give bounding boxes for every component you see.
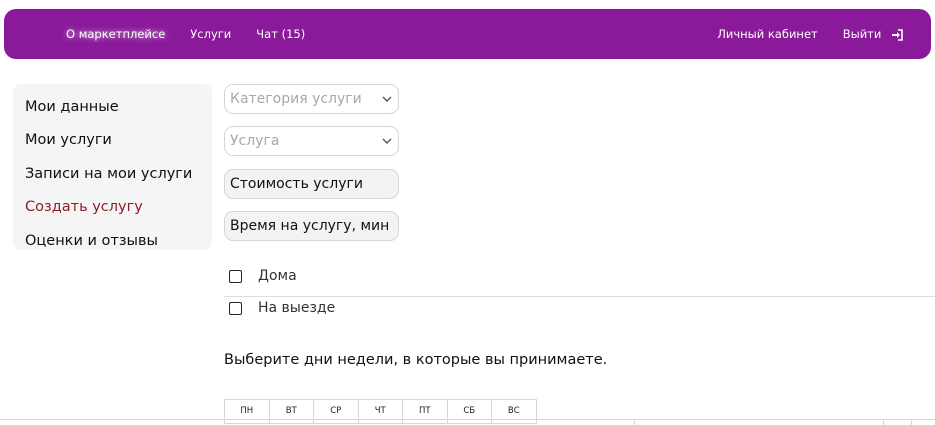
day-sat[interactable]: СБ	[447, 400, 492, 424]
category-select-placeholder: Категория услуги	[230, 91, 362, 107]
sidebar-item-bookings[interactable]: Записи на мои услуги	[13, 158, 212, 191]
service-select-placeholder: Услуга	[230, 133, 280, 149]
sidebar: Мои данные Мои услуги Записи на мои услу…	[13, 84, 212, 250]
sidebar-item-create-service[interactable]: Создать услугу	[13, 191, 212, 224]
sidebar-item-reviews[interactable]: Оценки и отзывы	[13, 225, 212, 258]
on-site-checkbox[interactable]	[229, 301, 242, 315]
chevron-down-icon	[382, 138, 392, 144]
day-sun[interactable]: ВС	[492, 400, 537, 424]
service-select[interactable]: Услуга	[224, 126, 399, 156]
nav-link-services[interactable]: Услуги	[190, 27, 231, 41]
sidebar-item-my-data[interactable]: Мои данные	[13, 91, 212, 124]
nav-right-group: Личный кабинет Выйти	[692, 27, 903, 41]
table-border	[0, 419, 935, 420]
top-navbar: О маркетплейсе Услуги Чат (15) Личный ка…	[4, 9, 931, 59]
price-input[interactable]: Стоимость услуги	[224, 169, 399, 199]
nav-link-chat[interactable]: Чат (15)	[256, 27, 305, 41]
day-thu[interactable]: ЧТ	[358, 400, 403, 424]
chevron-down-icon	[382, 96, 392, 102]
divider	[224, 296, 935, 297]
nav-link-about[interactable]: О маркетплейсе	[66, 27, 165, 41]
home-checkbox[interactable]	[229, 269, 242, 283]
logout-button[interactable]: Выйти	[843, 27, 903, 41]
day-fri[interactable]: ПТ	[403, 400, 448, 424]
day-mon[interactable]: ПН	[225, 400, 270, 424]
nav-link-account[interactable]: Личный кабинет	[717, 27, 818, 41]
table-divider	[911, 419, 912, 425]
on-site-checkbox-label: На выезде	[258, 300, 336, 316]
table-divider	[634, 419, 635, 425]
category-select[interactable]: Категория услуги	[224, 84, 399, 114]
logout-icon	[892, 28, 903, 41]
day-tue[interactable]: ВТ	[269, 400, 314, 424]
home-checkbox-label: Дома	[258, 268, 297, 284]
logout-label: Выйти	[842, 27, 882, 41]
option-on-site: На выезде	[229, 298, 335, 318]
weekday-selector: ПН ВТ СР ЧТ ПТ СБ ВС	[224, 399, 537, 424]
day-wed[interactable]: СР	[314, 400, 359, 424]
duration-input[interactable]: Время на услугу, мин	[224, 211, 399, 241]
nav-left-group: О маркетплейсе Услуги Чат (15)	[66, 27, 330, 41]
days-prompt: Выберите дни недели, в которые вы приним…	[224, 352, 608, 368]
sidebar-item-my-services[interactable]: Мои услуги	[13, 124, 212, 157]
table-divider	[883, 419, 884, 425]
option-home: Дома	[229, 266, 297, 286]
